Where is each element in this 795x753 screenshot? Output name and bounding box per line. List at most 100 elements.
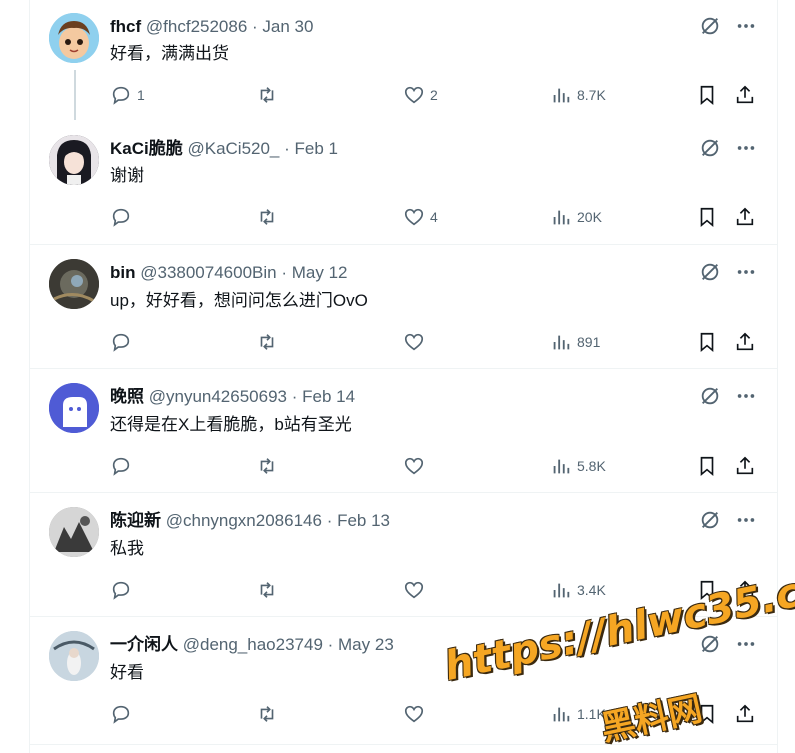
- tweet-top-actions: [699, 15, 757, 37]
- tweet-actions: 4 20K: [110, 205, 760, 229]
- share-icon: [736, 85, 754, 104]
- reply-button[interactable]: [110, 330, 137, 354]
- tweet[interactable]: fhcf @fhcf252086 · Jan 30 好看，满满出货 1 2 8.…: [30, 0, 777, 122]
- reply-button[interactable]: [110, 702, 137, 726]
- thread-connector: [74, 70, 76, 120]
- reply-button[interactable]: [110, 454, 137, 478]
- reply-icon: [112, 333, 130, 352]
- tweet[interactable]: 陈迎新 @chnyngxn2086146 · Feb 13 私我 3.4K: [30, 492, 777, 616]
- author-name[interactable]: 陈迎新: [110, 511, 161, 530]
- tweet[interactable]: KaCi脆脆 @KaCi520_ · Feb 1 谢谢 4 20K: [30, 122, 777, 244]
- tweet[interactable]: 晚照 @ynyun42650693 · Feb 14 还得是在X上看脆脆，b站有…: [30, 368, 777, 492]
- like-button[interactable]: 4: [403, 205, 438, 229]
- retweet-button[interactable]: [256, 205, 283, 229]
- grok-icon[interactable]: [699, 15, 721, 37]
- more-icon[interactable]: [735, 633, 757, 655]
- tweet-date[interactable]: · Feb 1: [284, 139, 338, 158]
- more-icon[interactable]: [735, 509, 757, 531]
- share-button[interactable]: [734, 83, 756, 107]
- retweet-button[interactable]: [256, 578, 283, 602]
- bookmark-icon: [700, 85, 714, 106]
- bookmark-button[interactable]: [696, 702, 718, 726]
- avatar[interactable]: [49, 507, 99, 557]
- share-button[interactable]: [734, 702, 756, 726]
- author-name[interactable]: 晚照: [110, 387, 144, 406]
- retweet-button[interactable]: [256, 702, 283, 726]
- views-icon: [553, 88, 570, 103]
- like-button[interactable]: [403, 702, 430, 726]
- view-count: 8.7K: [577, 87, 606, 103]
- tweet-date[interactable]: · Feb 14: [292, 387, 355, 406]
- author-name[interactable]: fhcf: [110, 17, 141, 36]
- reply-icon: [112, 581, 130, 600]
- tweet-header: fhcf @fhcf252086 · Jan 30: [110, 16, 313, 38]
- tweet[interactable]: bin @3380074600Bin · May 12 up，好好看，想问问怎么…: [30, 244, 777, 368]
- tweet-date[interactable]: · May 12: [281, 263, 347, 282]
- author-handle[interactable]: @deng_hao23749: [183, 635, 323, 654]
- more-icon[interactable]: [735, 137, 757, 159]
- author-name[interactable]: KaCi脆脆: [110, 139, 183, 158]
- reply-icon: [112, 457, 130, 476]
- bookmark-icon: [700, 704, 714, 725]
- author-handle[interactable]: @chnyngxn2086146: [166, 511, 322, 530]
- retweet-button[interactable]: [256, 454, 283, 478]
- tweet-header: 一介闲人 @deng_hao23749 · May 23: [110, 634, 394, 656]
- views-button[interactable]: 1.1K: [550, 702, 606, 726]
- retweet-button[interactable]: [256, 83, 283, 107]
- avatar[interactable]: [49, 259, 99, 309]
- bookmark-button[interactable]: [696, 578, 718, 602]
- tweet-top-actions: [699, 385, 757, 407]
- share-button[interactable]: [734, 205, 756, 229]
- reply-button[interactable]: [110, 578, 137, 602]
- like-count: 2: [430, 87, 438, 103]
- bookmark-icon: [700, 207, 714, 228]
- grok-icon[interactable]: [699, 509, 721, 531]
- like-count: 4: [430, 209, 438, 225]
- bookmark-icon: [700, 580, 714, 601]
- more-icon[interactable]: [735, 385, 757, 407]
- bookmark-button[interactable]: [696, 454, 718, 478]
- tweet-top-actions: [699, 261, 757, 283]
- tweet-date[interactable]: · Jan 30: [252, 17, 313, 36]
- avatar[interactable]: [49, 383, 99, 433]
- tweet-text: 私我: [110, 539, 144, 558]
- tweet-date[interactable]: · Feb 13: [327, 511, 390, 530]
- views-button[interactable]: 5.8K: [550, 454, 606, 478]
- views-button[interactable]: 891: [550, 330, 600, 354]
- bookmark-button[interactable]: [696, 83, 718, 107]
- author-handle[interactable]: @KaCi520_: [187, 139, 279, 158]
- reply-count: 1: [137, 87, 145, 103]
- share-button[interactable]: [734, 454, 756, 478]
- retweet-button[interactable]: [256, 330, 283, 354]
- more-icon[interactable]: [735, 15, 757, 37]
- share-icon: [736, 580, 754, 599]
- avatar[interactable]: [49, 13, 99, 63]
- author-name[interactable]: 一介闲人: [110, 635, 178, 654]
- avatar[interactable]: [49, 135, 99, 185]
- share-button[interactable]: [734, 330, 756, 354]
- author-handle[interactable]: @3380074600Bin: [140, 263, 276, 282]
- author-handle[interactable]: @fhcf252086: [146, 17, 247, 36]
- views-button[interactable]: 20K: [550, 205, 602, 229]
- grok-icon[interactable]: [699, 261, 721, 283]
- views-button[interactable]: 8.7K: [550, 83, 606, 107]
- more-icon[interactable]: [735, 261, 757, 283]
- tweet-date[interactable]: · May 23: [328, 635, 394, 654]
- avatar[interactable]: [49, 631, 99, 681]
- grok-icon[interactable]: [699, 385, 721, 407]
- reply-button[interactable]: [110, 205, 137, 229]
- author-name[interactable]: bin: [110, 263, 136, 282]
- like-button[interactable]: [403, 578, 430, 602]
- share-button[interactable]: [734, 578, 756, 602]
- bookmark-button[interactable]: [696, 330, 718, 354]
- like-button[interactable]: [403, 330, 430, 354]
- like-button[interactable]: 2: [403, 83, 438, 107]
- views-button[interactable]: 3.4K: [550, 578, 606, 602]
- grok-icon[interactable]: [699, 137, 721, 159]
- grok-icon[interactable]: [699, 633, 721, 655]
- bookmark-button[interactable]: [696, 205, 718, 229]
- tweet[interactable]: 一介闲人 @deng_hao23749 · May 23 好看 1.1K: [30, 616, 777, 744]
- reply-button[interactable]: 1: [110, 83, 145, 107]
- author-handle[interactable]: @ynyun42650693: [149, 387, 287, 406]
- like-button[interactable]: [403, 454, 430, 478]
